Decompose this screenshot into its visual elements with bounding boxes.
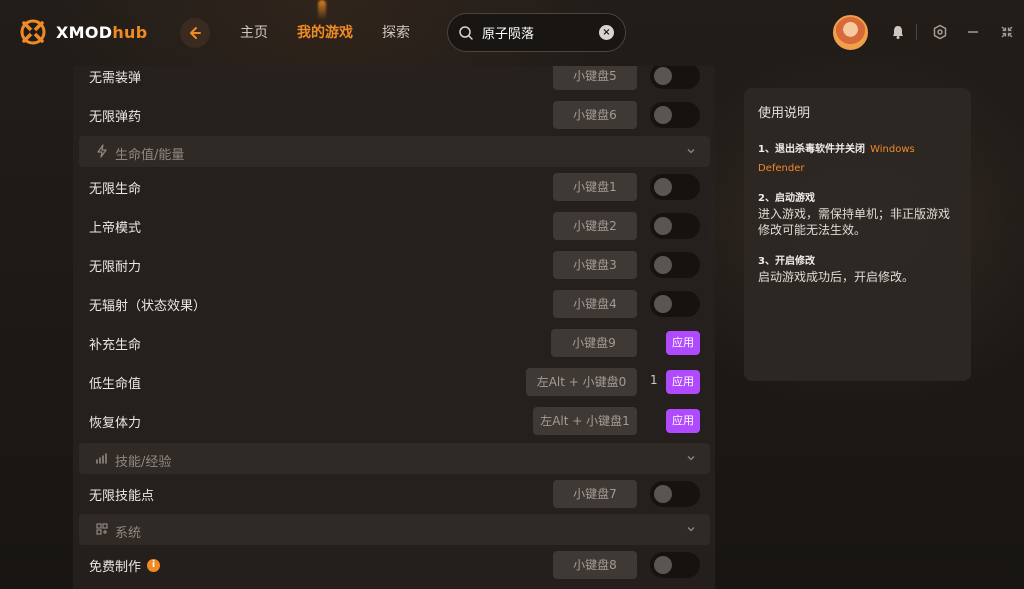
hotkey-button[interactable]: 左Alt + 小键盘1 bbox=[533, 407, 637, 435]
hotkey-button[interactable]: 小键盘3 bbox=[553, 251, 637, 279]
hotkey-button[interactable]: 小键盘5 bbox=[553, 66, 637, 90]
section-title: 生命值/能量 bbox=[115, 148, 185, 163]
cheat-row: 低生命值 左Alt + 小键盘0 1 应用 bbox=[73, 362, 715, 401]
help-step-body: 启动游戏成功后，开启修改。 bbox=[758, 270, 915, 284]
cheat-toggle[interactable] bbox=[650, 66, 700, 89]
cheat-label: 无需装弹 bbox=[89, 71, 142, 86]
value-input[interactable]: 1 bbox=[650, 373, 658, 387]
cheat-toggle[interactable] bbox=[650, 252, 700, 278]
section-header-health[interactable]: 生命值/能量 bbox=[79, 136, 710, 167]
toggle-knob bbox=[654, 217, 672, 235]
toggle-knob bbox=[654, 256, 672, 274]
chevron-down-icon bbox=[687, 527, 695, 532]
apply-button[interactable]: 应用 bbox=[666, 370, 700, 394]
section-header-system[interactable]: 系统 bbox=[79, 514, 710, 545]
toggle-knob bbox=[654, 295, 672, 313]
app-title: XMODhub bbox=[56, 22, 148, 42]
cheat-row: 上帝模式 小键盘2 bbox=[73, 206, 715, 245]
user-avatar[interactable] bbox=[833, 15, 868, 50]
hotkey-button[interactable]: 小键盘1 bbox=[553, 173, 637, 201]
help-step-heading: 3、开启修改 bbox=[758, 256, 815, 267]
help-step: 1、退出杀毒软件并关闭 Windows Defender bbox=[758, 137, 957, 175]
app-logo[interactable]: XMODhub bbox=[18, 17, 147, 47]
cheat-toggle[interactable] bbox=[650, 102, 700, 128]
cheat-row: 无需装弹 小键盘5 bbox=[73, 66, 715, 95]
window-controls-divider bbox=[916, 24, 917, 40]
cheat-label: 无限弹药 bbox=[89, 110, 142, 125]
title-bar: XMODhub 主页 我的游戏 探索 原子陨落 × bbox=[0, 0, 1024, 66]
hotkey-button[interactable]: 小键盘9 bbox=[551, 329, 637, 357]
help-step-heading: 1、退出杀毒软件并关闭 bbox=[758, 144, 865, 155]
help-title: 使用说明 bbox=[758, 106, 811, 121]
settings-icon[interactable] bbox=[932, 24, 948, 40]
cheat-label: 无限耐力 bbox=[89, 260, 142, 275]
hotkey-button[interactable]: 小键盘4 bbox=[553, 290, 637, 318]
cheat-label: 免费制作 bbox=[89, 560, 142, 575]
cheat-row: 补充生命 小键盘9 应用 bbox=[73, 323, 715, 362]
cheat-label-container: 免费制作 i bbox=[89, 556, 161, 575]
minimize-icon[interactable] bbox=[965, 24, 981, 40]
toggle-knob bbox=[654, 556, 672, 574]
search-input[interactable]: 原子陨落 bbox=[482, 23, 534, 42]
search-box[interactable]: 原子陨落 × bbox=[447, 13, 626, 52]
cheat-toggle[interactable] bbox=[650, 481, 700, 507]
help-step: 2、启动游戏 进入游戏，需保持单机；非正版游戏修改可能无法生效。 bbox=[758, 189, 957, 238]
cheat-label: 无限技能点 bbox=[89, 489, 155, 504]
nav-active-indicator bbox=[318, 0, 326, 20]
hotkey-button[interactable]: 左Alt + 小键盘0 bbox=[526, 368, 637, 396]
cheat-row: 无限弹药 小键盘6 bbox=[73, 95, 715, 134]
xmod-logo-icon bbox=[20, 19, 46, 45]
stats-icon bbox=[96, 453, 107, 464]
cheat-toggle[interactable] bbox=[650, 213, 700, 239]
nav-home[interactable]: 主页 bbox=[240, 22, 268, 42]
cheat-row: 免费制作 i 小键盘8 bbox=[73, 545, 715, 584]
arrow-left-icon bbox=[190, 27, 201, 39]
help-step-heading: 2、启动游戏 bbox=[758, 193, 815, 204]
cheat-label: 无辐射（状态效果） bbox=[89, 299, 207, 314]
notification-icon[interactable] bbox=[890, 24, 906, 40]
apply-button[interactable]: 应用 bbox=[666, 409, 700, 433]
clear-search-button[interactable]: × bbox=[599, 25, 614, 40]
cheat-row: 无限技能点 小键盘7 bbox=[73, 474, 715, 513]
cheat-row: 恢复体力 左Alt + 小键盘1 应用 bbox=[73, 401, 715, 440]
section-title: 技能/经验 bbox=[115, 455, 172, 470]
toggle-knob bbox=[654, 485, 672, 503]
section-title: 系统 bbox=[115, 526, 142, 541]
nav-explore[interactable]: 探索 bbox=[382, 22, 410, 42]
help-step: 3、开启修改 启动游戏成功后，开启修改。 bbox=[758, 252, 957, 285]
system-icon bbox=[96, 523, 108, 535]
hotkey-button[interactable]: 小键盘8 bbox=[553, 551, 637, 579]
hotkey-button[interactable]: 小键盘6 bbox=[553, 101, 637, 129]
lightning-icon bbox=[97, 144, 107, 158]
cheat-toggle[interactable] bbox=[650, 291, 700, 317]
chevron-down-icon bbox=[687, 456, 695, 461]
cheat-toggle[interactable] bbox=[650, 552, 700, 578]
help-step-body: 进入游戏，需保持单机；非正版游戏修改可能无法生效。 bbox=[758, 207, 951, 237]
toggle-knob bbox=[654, 67, 672, 85]
cheat-list-panel: 无需装弹 小键盘5 无限弹药 小键盘6 生命值/能量 无限生命 小键盘1 上帝模… bbox=[73, 66, 715, 589]
cheat-label: 低生命值 bbox=[89, 377, 142, 392]
nav-my-games[interactable]: 我的游戏 bbox=[297, 22, 353, 42]
cheat-row: 无辐射（状态效果） 小键盘4 bbox=[73, 284, 715, 323]
hotkey-button[interactable]: 小键盘2 bbox=[553, 212, 637, 240]
cheat-label: 补充生命 bbox=[89, 338, 142, 353]
hotkey-button[interactable]: 小键盘7 bbox=[553, 480, 637, 508]
cheat-row: 无限耐力 小键盘3 bbox=[73, 245, 715, 284]
search-icon bbox=[459, 25, 473, 40]
back-button[interactable] bbox=[180, 18, 210, 48]
section-header-skills[interactable]: 技能/经验 bbox=[79, 443, 710, 474]
cheat-toggle[interactable] bbox=[650, 174, 700, 200]
cheat-label: 无限生命 bbox=[89, 182, 142, 197]
info-icon[interactable]: i bbox=[147, 559, 161, 572]
apply-button[interactable]: 应用 bbox=[666, 331, 700, 355]
toggle-knob bbox=[654, 106, 672, 124]
chevron-down-icon bbox=[687, 149, 695, 154]
cheat-label: 上帝模式 bbox=[89, 221, 142, 236]
cheat-label: 恢复体力 bbox=[89, 416, 142, 431]
cheat-row: 无限生命 小键盘1 bbox=[73, 167, 715, 206]
collapse-icon[interactable] bbox=[999, 24, 1015, 40]
toggle-knob bbox=[654, 178, 672, 196]
usage-instructions-panel: 使用说明 1、退出杀毒软件并关闭 Windows Defender 2、启动游戏… bbox=[744, 88, 971, 381]
